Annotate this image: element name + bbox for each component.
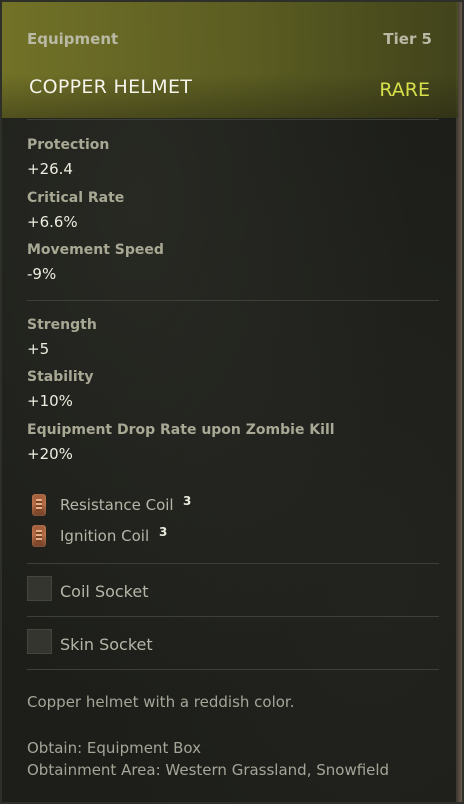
divider (27, 616, 439, 617)
stat-value-drop-rate: +20% (27, 445, 73, 463)
coil-socket-slot[interactable] (27, 576, 52, 601)
stat-value-stability: +10% (27, 392, 73, 410)
divider (27, 300, 439, 301)
divider (27, 669, 439, 670)
stat-value-strength: +5 (27, 340, 50, 358)
stat-label-stability: Stability (27, 369, 94, 385)
stat-value-protection: +26.4 (27, 160, 73, 178)
obtain-area: Obtainment Area: Western Grassland, Snow… (27, 761, 390, 779)
item-rarity: RARE (379, 79, 430, 101)
item-description: Copper helmet with a reddish color. (27, 693, 295, 711)
stat-value-movement-speed: -9% (27, 265, 57, 283)
coil-name: Ignition Coil (60, 527, 150, 545)
item-name: COPPER HELMET (29, 76, 193, 98)
background-edge (456, 2, 462, 802)
skin-socket-slot[interactable] (27, 629, 52, 654)
divider (27, 563, 439, 564)
coil-name: Resistance Coil (60, 496, 174, 514)
coil-socket-label: Coil Socket (60, 582, 149, 601)
stat-label-protection: Protection (27, 137, 110, 153)
stat-label-drop-rate: Equipment Drop Rate upon Zombie Kill (27, 422, 335, 438)
stat-label-critical-rate: Critical Rate (27, 190, 125, 206)
stat-label-strength: Strength (27, 317, 97, 333)
item-tier: Tier 5 (383, 30, 432, 48)
coil-count: 3 (159, 525, 168, 539)
divider (27, 119, 439, 120)
skin-socket-label: Skin Socket (60, 635, 153, 654)
coil-count: 3 (183, 494, 192, 508)
tooltip-header: Equipment Tier 5 COPPER HELMET RARE (2, 2, 458, 118)
item-tooltip: Equipment Tier 5 COPPER HELMET RARE Prot… (0, 0, 464, 804)
coil-icon (32, 525, 46, 547)
obtain-source: Obtain: Equipment Box (27, 739, 201, 757)
stat-value-critical-rate: +6.6% (27, 213, 78, 231)
item-category: Equipment (27, 30, 119, 48)
coil-icon (32, 494, 46, 516)
stat-label-movement-speed: Movement Speed (27, 242, 164, 258)
